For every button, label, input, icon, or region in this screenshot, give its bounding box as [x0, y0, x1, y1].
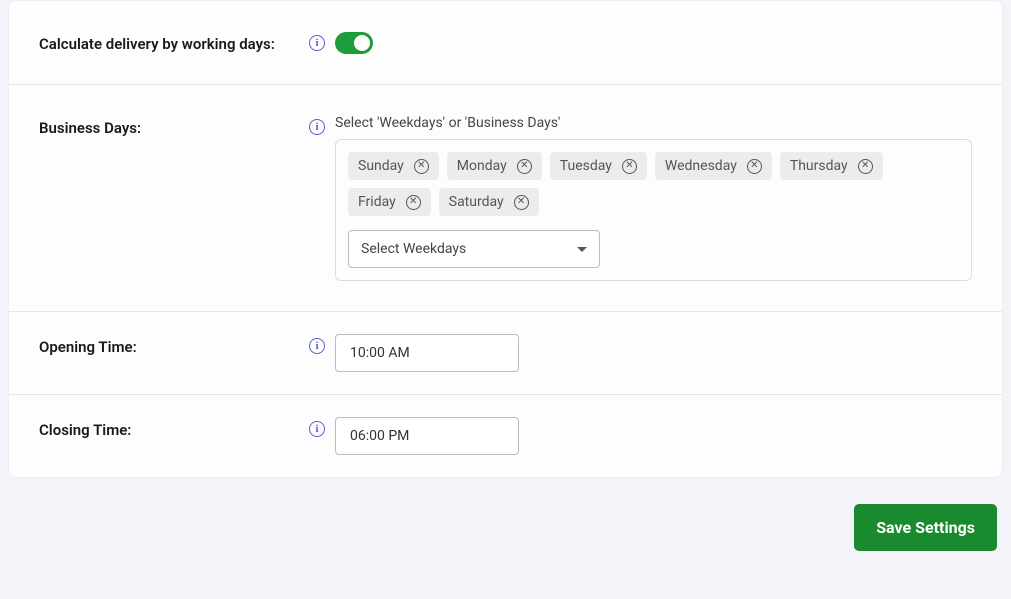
settings-panel: Calculate delivery by working days: i Bu…: [8, 0, 1003, 478]
days-container: Sunday✕Monday✕Tuesday✕Wednesday✕Thursday…: [335, 139, 972, 281]
info-icon[interactable]: i: [309, 119, 325, 135]
chip-label: Saturday: [449, 194, 504, 210]
day-chip: Thursday ✕: [780, 152, 883, 180]
info-icon[interactable]: i: [309, 421, 325, 437]
save-row: Save Settings: [0, 478, 1011, 551]
chip-label: Sunday: [358, 158, 404, 174]
toggle-knob: [354, 35, 370, 51]
chip-label: Friday: [358, 194, 396, 210]
chevron-down-icon: [577, 247, 587, 252]
remove-icon[interactable]: ✕: [858, 159, 873, 174]
chip-label: Thursday: [790, 158, 848, 174]
closing-time-input[interactable]: [335, 417, 519, 455]
day-chip: Wednesday ✕: [655, 152, 772, 180]
row-closing-time: Closing Time: i: [9, 395, 1002, 477]
toggle-working-days[interactable]: [335, 32, 373, 54]
helper-text: Select 'Weekdays' or 'Business Days': [335, 115, 972, 131]
day-chip: Saturday ✕: [439, 188, 539, 216]
day-chip: Tuesday ✕: [550, 152, 647, 180]
chips-row: Sunday✕Monday✕Tuesday✕Wednesday✕Thursday…: [348, 152, 959, 216]
opening-time-input[interactable]: [335, 334, 519, 372]
remove-icon[interactable]: ✕: [622, 159, 637, 174]
business-days-wrapper: Select 'Weekdays' or 'Business Days' Sun…: [335, 115, 972, 281]
chip-label: Tuesday: [560, 158, 612, 174]
remove-icon[interactable]: ✕: [414, 159, 429, 174]
label-closing-time: Closing Time:: [39, 417, 309, 455]
chip-label: Monday: [457, 158, 507, 174]
chip-label: Wednesday: [665, 158, 737, 174]
remove-icon[interactable]: ✕: [514, 195, 529, 210]
control-working-days: i: [309, 31, 972, 54]
control-opening-time: i: [309, 334, 972, 372]
label-working-days: Calculate delivery by working days:: [39, 31, 309, 54]
remove-icon[interactable]: ✕: [517, 159, 532, 174]
day-chip: Friday ✕: [348, 188, 431, 216]
row-business-days: Business Days: i Select 'Weekdays' or 'B…: [9, 85, 1002, 312]
control-business-days: i Select 'Weekdays' or 'Business Days' S…: [309, 115, 972, 281]
day-chip: Sunday ✕: [348, 152, 439, 180]
row-working-days: Calculate delivery by working days: i: [9, 1, 1002, 85]
select-placeholder: Select Weekdays: [361, 241, 466, 257]
control-closing-time: i: [309, 417, 972, 455]
row-opening-time: Opening Time: i: [9, 312, 1002, 395]
label-opening-time: Opening Time:: [39, 334, 309, 372]
remove-icon[interactable]: ✕: [747, 159, 762, 174]
select-weekdays[interactable]: Select Weekdays: [348, 230, 600, 268]
info-icon[interactable]: i: [309, 35, 325, 51]
label-business-days: Business Days:: [39, 115, 309, 137]
day-chip: Monday ✕: [447, 152, 542, 180]
info-icon[interactable]: i: [309, 338, 325, 354]
save-button[interactable]: Save Settings: [854, 504, 997, 551]
remove-icon[interactable]: ✕: [406, 195, 421, 210]
